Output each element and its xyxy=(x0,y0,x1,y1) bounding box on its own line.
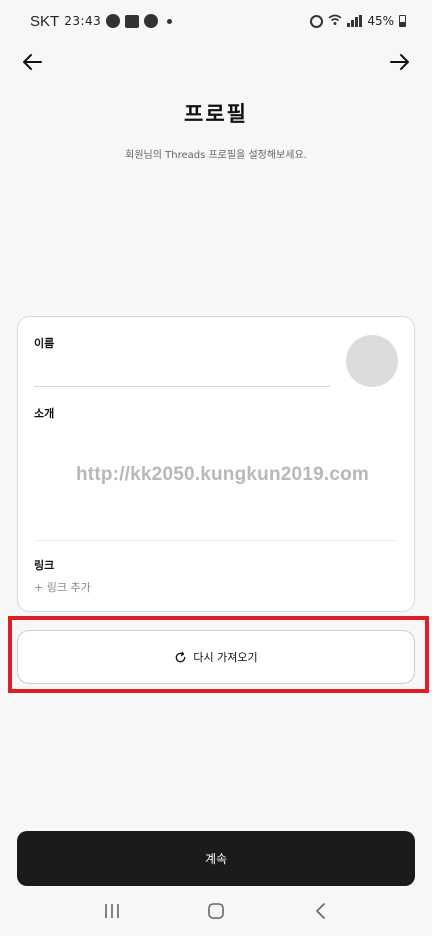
recents-button[interactable] xyxy=(92,896,132,926)
battery-icon xyxy=(399,15,406,27)
chat-bubble-icon xyxy=(106,14,121,28)
alarm-icon xyxy=(310,14,324,28)
name-input[interactable] xyxy=(34,357,330,387)
carrier-label: SKT xyxy=(30,12,60,30)
continue-label: 계속 xyxy=(204,852,228,866)
system-back-button[interactable] xyxy=(300,896,340,926)
avatar[interactable] xyxy=(346,335,398,387)
add-link-button[interactable]: + 링크 추가 xyxy=(34,579,91,595)
status-left: SKT 23:43 xyxy=(30,12,173,30)
status-right: 45% xyxy=(310,14,406,29)
battery-percent: 45% xyxy=(367,14,394,28)
forward-button[interactable] xyxy=(384,46,416,78)
system-nav-bar xyxy=(0,886,432,936)
bio-label: 소개 xyxy=(34,407,55,420)
back-button[interactable] xyxy=(16,46,48,78)
top-nav xyxy=(0,46,432,78)
continue-button[interactable]: 계속 xyxy=(17,831,415,886)
page-title: 프로필 xyxy=(184,102,248,126)
clock: 23:43 xyxy=(64,14,102,28)
reimport-button[interactable]: 다시 가져오기 xyxy=(17,630,415,684)
wifi-icon xyxy=(328,14,342,29)
home-button[interactable] xyxy=(196,896,236,926)
more-notifications-icon xyxy=(167,18,173,24)
bio-input[interactable] xyxy=(34,425,398,541)
gallery-icon xyxy=(125,14,140,28)
page-subtitle: 회원님의 Threads 프로필을 설정해보세요. xyxy=(125,150,307,161)
link-label: 링크 xyxy=(34,559,55,572)
arrow-left-icon xyxy=(23,54,42,70)
home-icon xyxy=(208,903,224,919)
talk-icon xyxy=(144,14,159,28)
name-label: 이름 xyxy=(34,337,55,350)
refresh-icon xyxy=(176,651,186,662)
recents-icon xyxy=(105,904,119,918)
status-bar: SKT 23:43 45% xyxy=(0,0,432,42)
reimport-label: 다시 가져오기 xyxy=(193,651,258,664)
signal-icon xyxy=(347,15,363,27)
chevron-left-icon xyxy=(316,903,325,919)
profile-card: 이름 소개 링크 + 링크 추가 xyxy=(17,316,415,612)
arrow-right-icon xyxy=(390,54,409,70)
